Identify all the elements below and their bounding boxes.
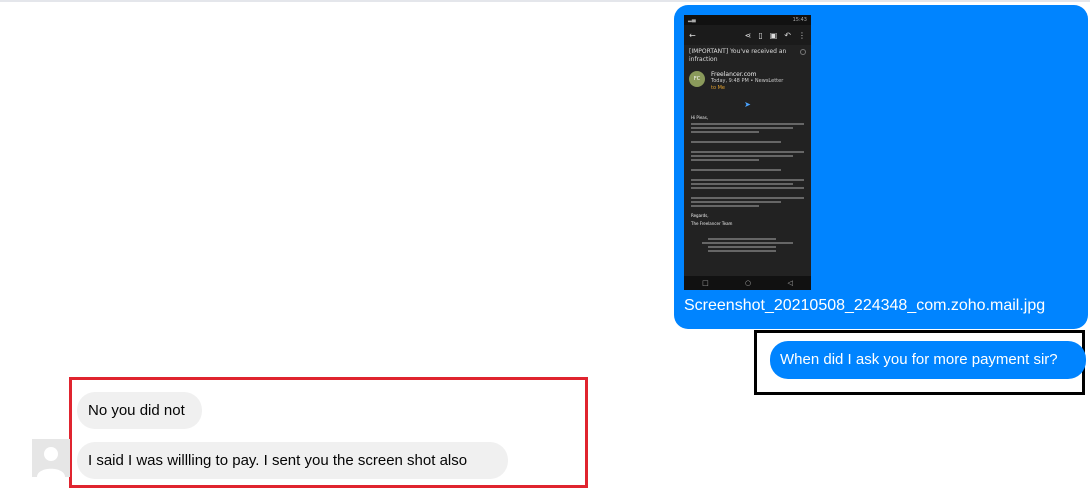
archive-icon: ▣: [769, 30, 778, 40]
subject-text: [IMPORTANT] You've received an infractio…: [689, 48, 787, 63]
attachment-thumbnail[interactable]: ▂▄ 15:43 ← ⋖ ▯ ▣ ↶ ⋮ [IMPORTANT] You've …: [684, 15, 811, 290]
share-icon: ⋖: [744, 30, 752, 40]
to-line: to Me: [711, 85, 725, 91]
recent-apps-icon: □: [702, 279, 709, 287]
signal-icon: ▂▄: [688, 17, 696, 23]
phone-mail-toolbar: ← ⋖ ▯ ▣ ↶ ⋮: [684, 25, 811, 45]
more-icon: ⋮: [798, 30, 806, 40]
sender-avatar: FC: [689, 71, 705, 87]
back-triangle-icon: ◁: [787, 279, 793, 287]
phone-mail-body: Hi Pieas, Regards, The Freelancer Team: [684, 115, 811, 252]
incoming-message[interactable]: No you did not: [77, 392, 202, 429]
mail-regards: Regards,: [691, 213, 709, 218]
phone-mail-subject: [IMPORTANT] You've received an infractio…: [684, 45, 811, 67]
reply-icon: ↶: [784, 30, 791, 40]
outgoing-message[interactable]: When did I ask you for more payment sir?: [770, 341, 1086, 379]
trash-icon: ▯: [758, 30, 763, 40]
sender-time: Today, 9:48 PM • NewsLetter: [711, 78, 784, 84]
home-icon: ○: [745, 279, 752, 287]
flag-circle-icon: [800, 49, 806, 55]
sender-info: Freelancer.com Today, 9:48 PM • NewsLett…: [711, 71, 783, 92]
incoming-message[interactable]: I said I was willling to pay. I sent you…: [77, 442, 508, 479]
freelancer-logo-icon: ➤: [744, 100, 751, 109]
image-attachment-bubble[interactable]: ▂▄ 15:43 ← ⋖ ▯ ▣ ↶ ⋮ [IMPORTANT] You've …: [674, 5, 1088, 329]
sender-name: Freelancer.com: [711, 71, 757, 78]
phone-mail-sender: FC Freelancer.com Today, 9:48 PM • NewsL…: [684, 67, 811, 96]
phone-nav-bar: □ ○ ◁: [684, 276, 811, 290]
phone-clock: 15:43: [792, 17, 807, 23]
attachment-filename[interactable]: Screenshot_20210508_224348_com.zoho.mail…: [684, 297, 1045, 315]
back-arrow-icon: ←: [689, 30, 696, 40]
default-avatar-icon: [32, 439, 70, 477]
phone-status-bar: ▂▄ 15:43: [684, 15, 811, 25]
mail-greeting: Hi Pieas,: [691, 115, 709, 120]
top-divider: [0, 0, 1090, 2]
avatar[interactable]: [32, 439, 70, 477]
